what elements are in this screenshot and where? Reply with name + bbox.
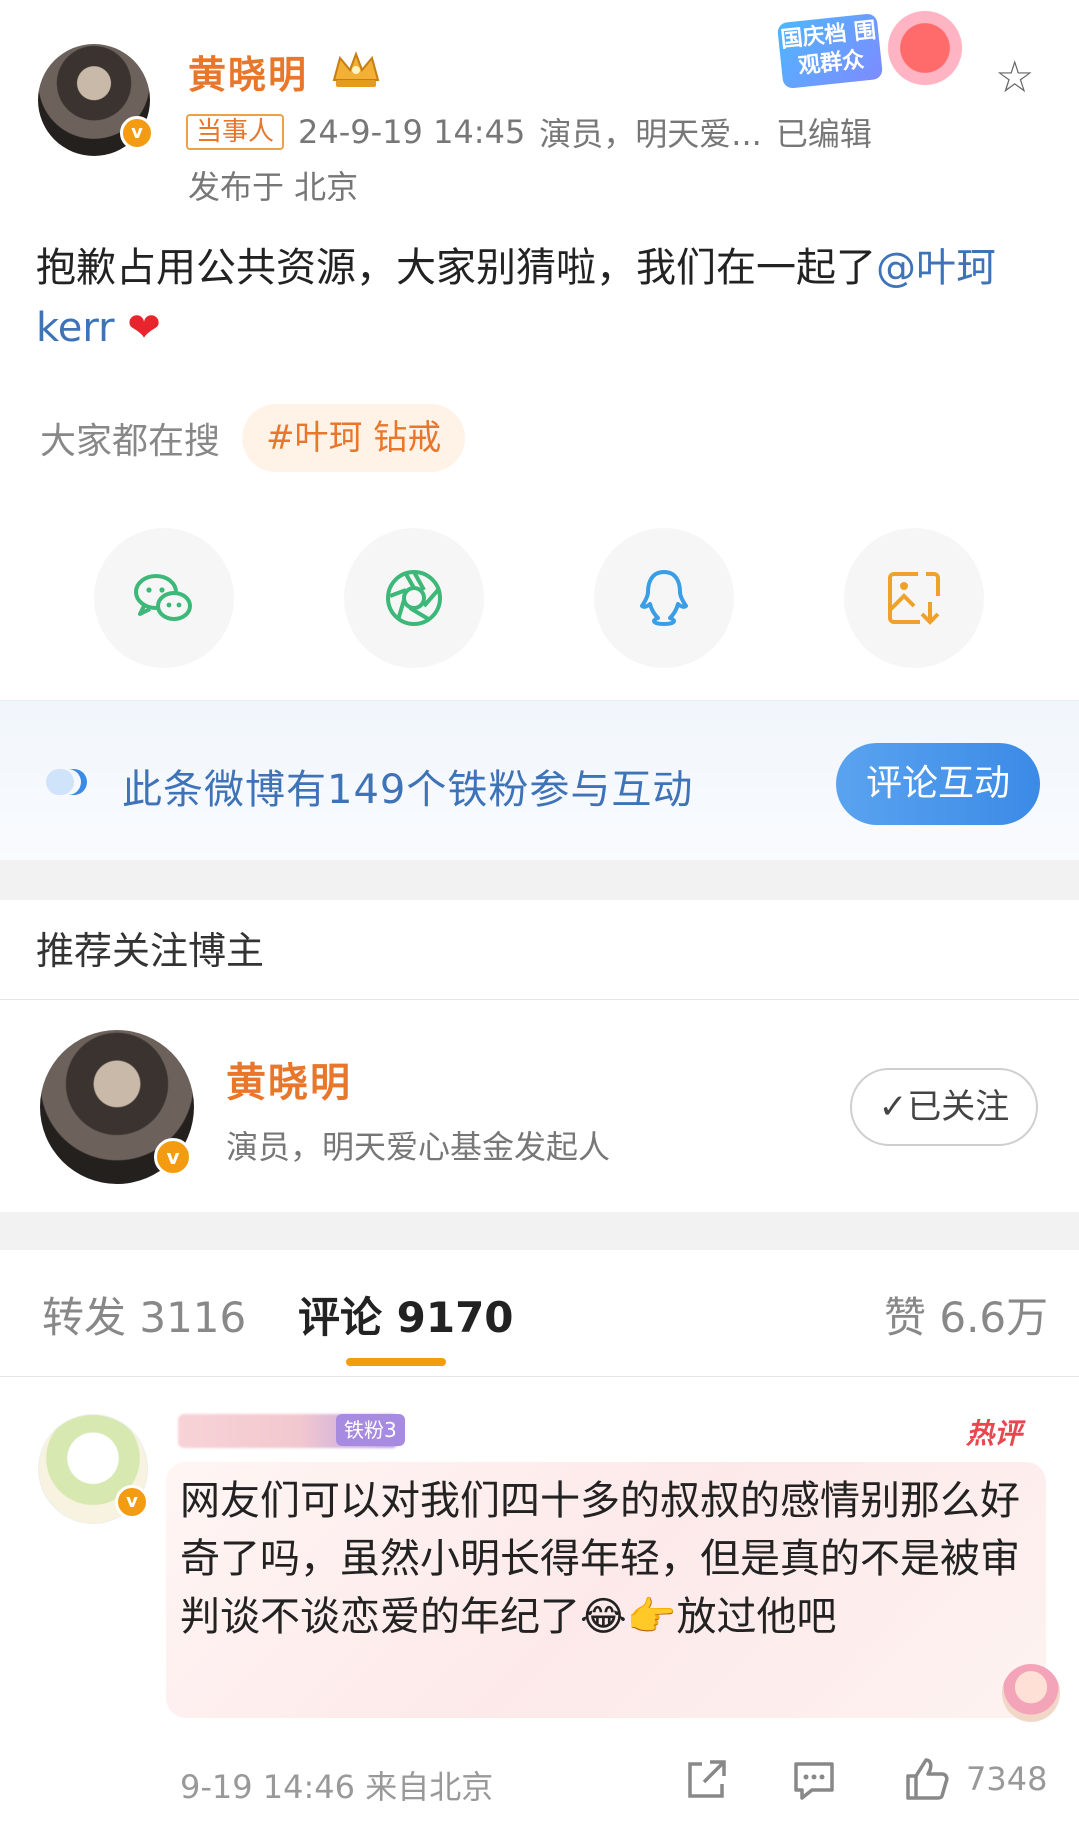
edited-label[interactable]: 已编辑 (776, 109, 872, 155)
recommend-avatar[interactable]: v (40, 1030, 194, 1184)
divider (0, 1376, 1079, 1377)
save-image-icon (888, 572, 940, 625)
event-badge[interactable]: 国庆档 围观群众 (776, 12, 884, 90)
anime-sticker-icon (1002, 1664, 1060, 1722)
verified-badge-icon: v (154, 1138, 192, 1176)
recommend-name[interactable]: 黄晓明 (226, 1050, 352, 1108)
post-meta: 当事人 24-9-19 14:45 演员，明天爱... 已编辑 (186, 109, 872, 155)
fans-interaction-band: 此条微博有149个铁粉参与互动 评论互动 (0, 700, 1079, 860)
share-wechat-button[interactable] (94, 528, 234, 668)
like-thumb-icon[interactable] (900, 1754, 952, 1806)
favorite-star-icon[interactable]: ☆ (995, 52, 1034, 103)
recommend-desc: 演员，明天爱心基金发起人 (226, 1128, 611, 1166)
comment-text: 网友们可以对我们四十多的叔叔的感情别那么好奇了吗，虽然小明长得年轻，但是真的不是… (180, 1478, 1020, 1640)
section-gap (0, 860, 1079, 900)
qq-icon (640, 570, 688, 626)
crown-icon (332, 51, 380, 87)
comment-interact-button[interactable]: 评论互动 (836, 743, 1040, 825)
hot-comment-tag: 热评 (966, 1417, 1023, 1450)
comment-meta: 9-19 14:46 来自北京 (180, 1768, 494, 1806)
hot-search-label: 大家都在搜 (40, 421, 221, 462)
tab-like[interactable]: 赞 6.6万 (884, 1284, 1048, 1345)
save-image-button[interactable] (844, 528, 984, 668)
post-content: 抱歉占用公共资源，大家别猜啦，我们在一起了@叶珂kerr ❤ (36, 238, 1046, 358)
post-text: 抱歉占用公共资源，大家别猜啦，我们在一起了 (36, 245, 876, 291)
author-name[interactable]: 黄晓明 (188, 44, 308, 99)
tab-comment[interactable]: 评论 9170 (298, 1284, 514, 1345)
share-qq-button[interactable] (594, 528, 734, 668)
fans-toggle-icon (46, 769, 87, 795)
fan-level-badge: 铁粉3 (336, 1414, 405, 1446)
verified-badge-icon: v (115, 1485, 149, 1519)
divider (0, 999, 1079, 1000)
fans-text: 此条微博有149个铁粉参与互动 (122, 767, 694, 813)
section-gap (0, 1212, 1079, 1250)
hot-search-row: 大家都在搜 #叶珂 钻戒 (40, 404, 466, 472)
wechat-icon (134, 574, 192, 621)
followed-button[interactable]: ✓已关注 (850, 1068, 1038, 1146)
author-avatar[interactable]: v (38, 44, 154, 156)
party-tag: 当事人 (186, 114, 285, 150)
heart-emoji-icon: ❤ (127, 305, 161, 351)
share-comment-icon[interactable] (680, 1754, 732, 1806)
share-row (0, 528, 1079, 668)
like-count: 7348 (966, 1760, 1048, 1798)
post-location: 发布于 北京 (188, 168, 359, 206)
recommend-title: 推荐关注博主 (36, 929, 265, 973)
mascot-icon (880, 8, 980, 108)
commenter-avatar[interactable]: v (38, 1414, 149, 1524)
post-card: v 黄晓明 国庆档 围观群众 ☆ 当事人 24-9-19 14:45 演员，明天… (0, 0, 1079, 700)
verified-badge-icon: v (120, 116, 154, 150)
moments-icon (386, 570, 442, 626)
tab-repost[interactable]: 转发 3116 (42, 1284, 246, 1345)
share-moments-button[interactable] (344, 528, 484, 668)
post-time: 24-9-19 14:45 (298, 113, 526, 151)
hot-search-chip[interactable]: #叶珂 钻戒 (242, 404, 466, 472)
author-desc: 演员，明天爱... (539, 115, 762, 153)
reply-comment-icon[interactable] (788, 1754, 840, 1806)
active-tab-indicator (346, 1358, 446, 1366)
